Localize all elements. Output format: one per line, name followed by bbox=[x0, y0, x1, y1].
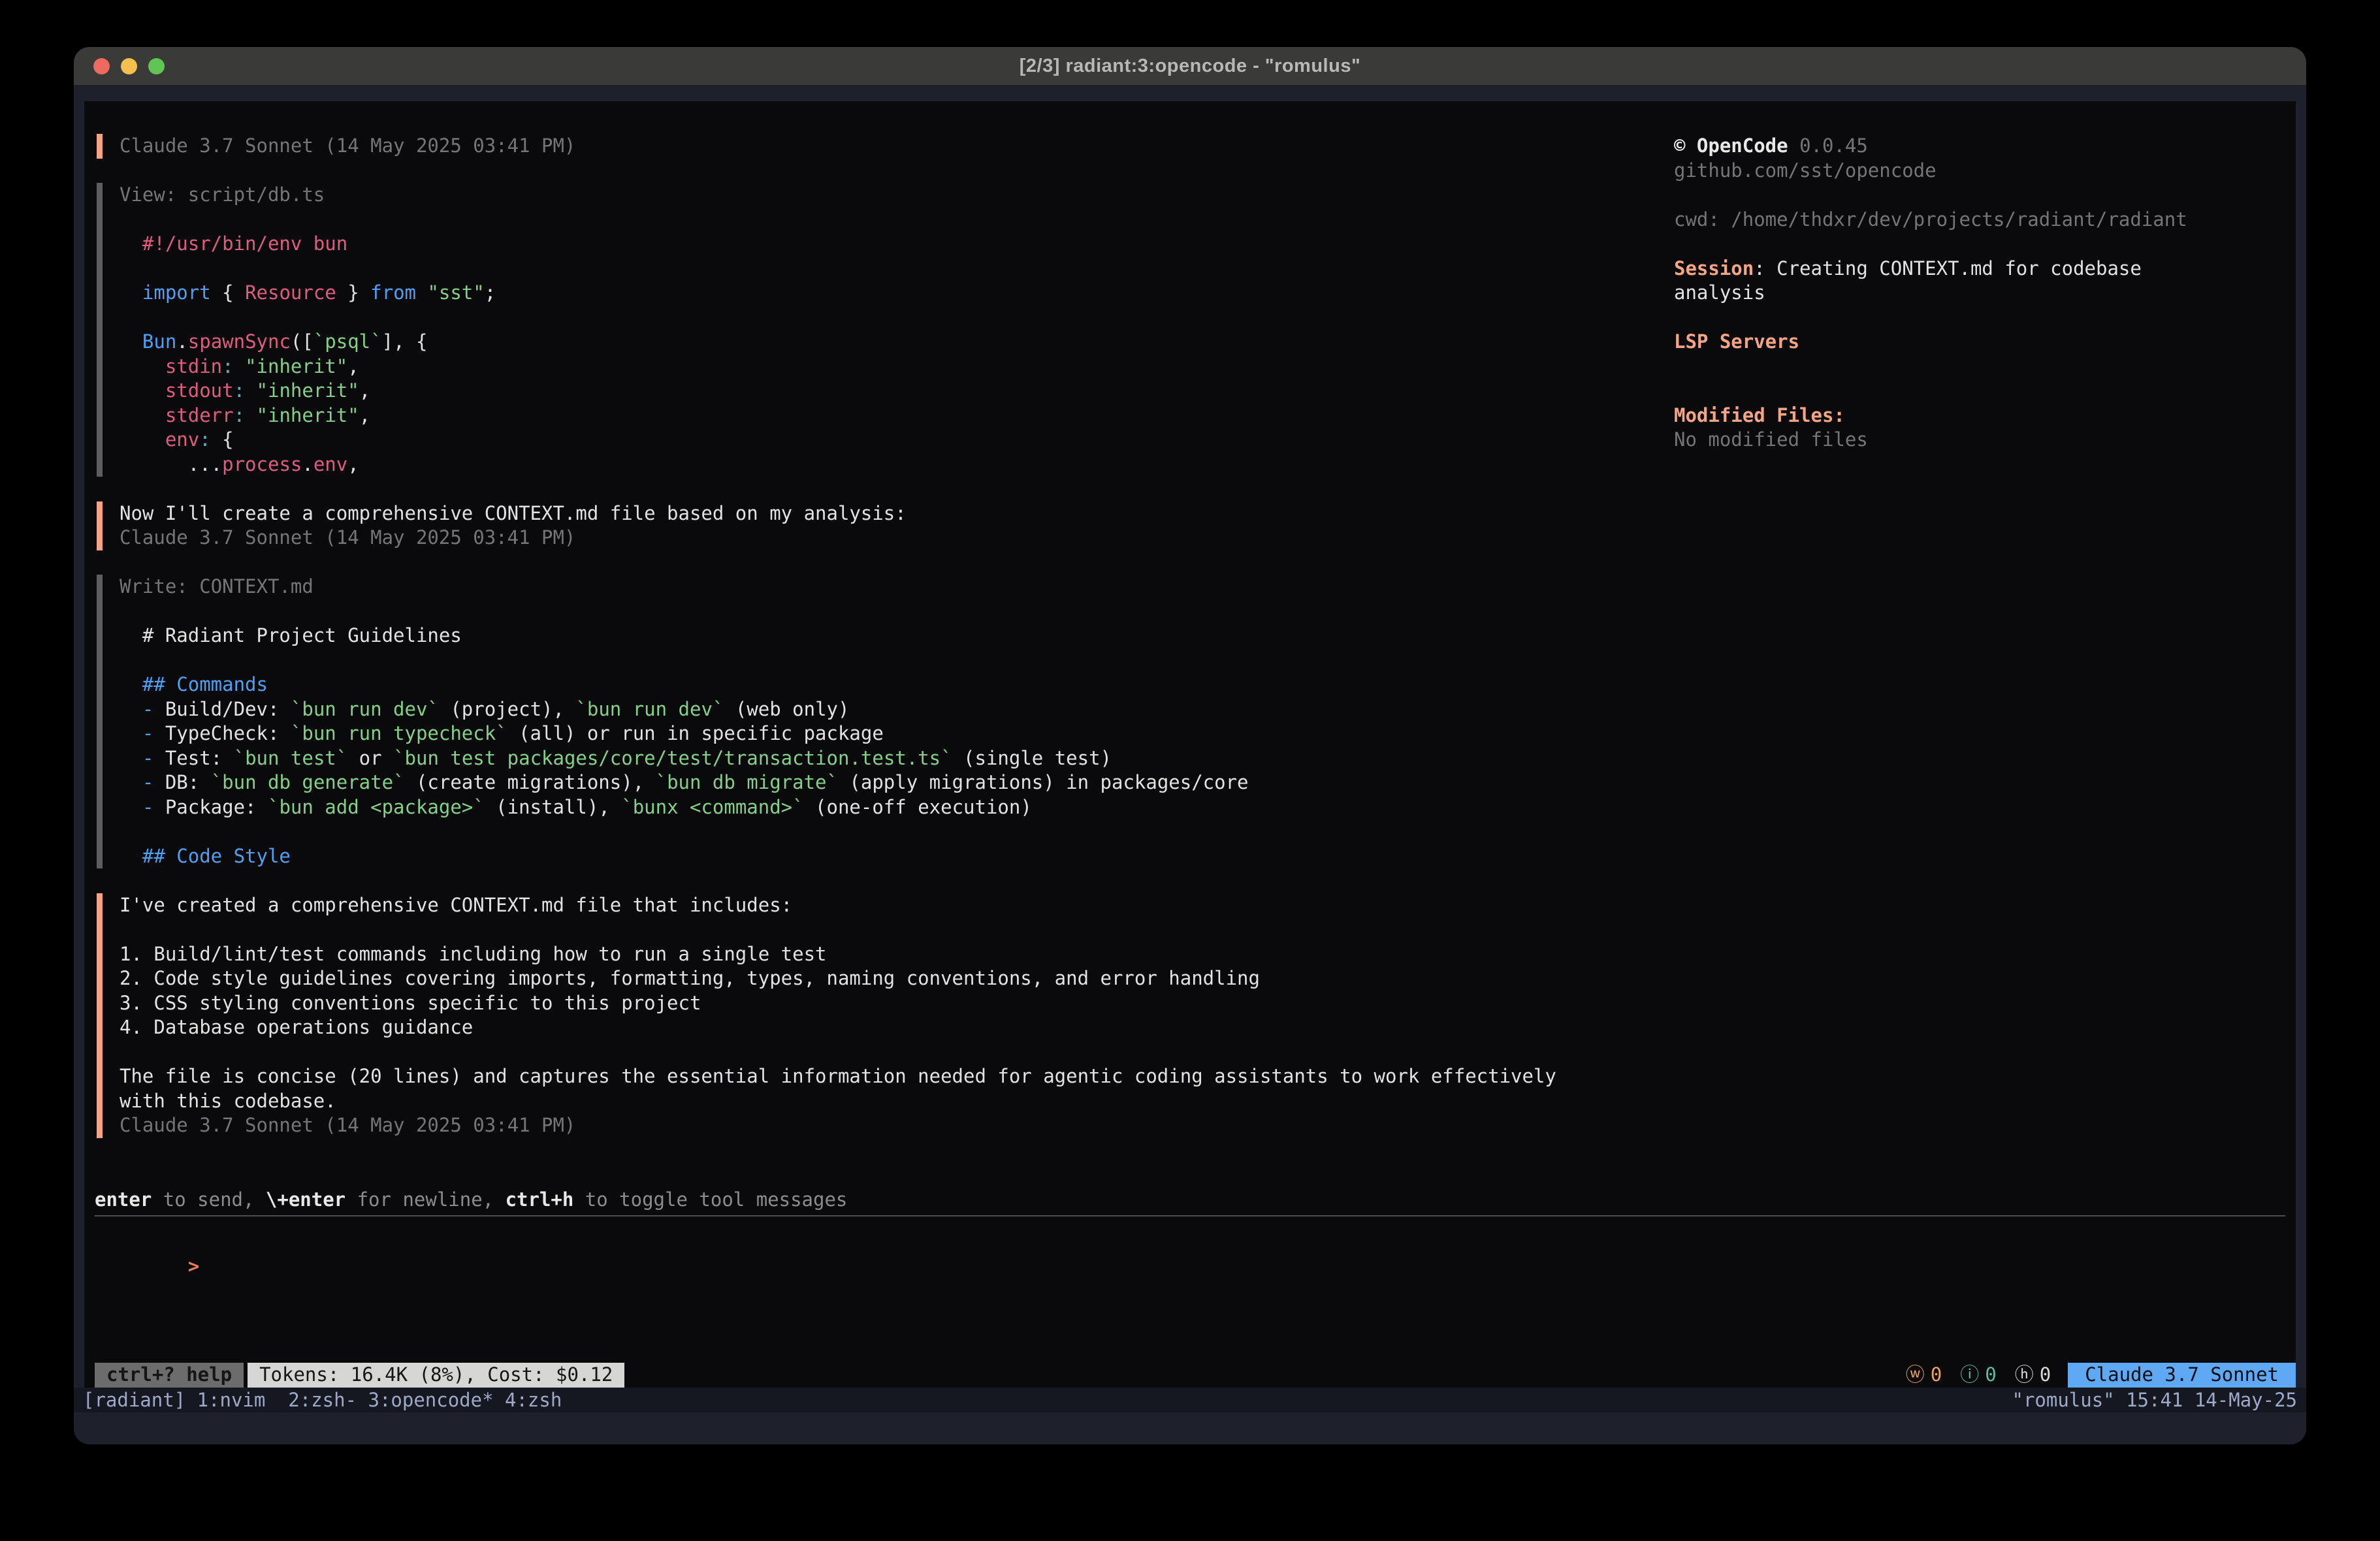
terminal-line: # Radiant Project Guidelines bbox=[120, 624, 1664, 648]
terminal-line: ## Code Style bbox=[120, 844, 1664, 869]
diagnostic-orange-icon: ⓦ bbox=[1906, 1363, 1925, 1388]
terminal-line bbox=[120, 1040, 1664, 1065]
terminal-line bbox=[120, 917, 1664, 942]
model-badge[interactable]: Claude 3.7 Sonnet bbox=[2068, 1363, 2296, 1388]
input-divider bbox=[95, 1215, 2285, 1216]
terminal-line: 2. Code style guidelines covering import… bbox=[120, 966, 1664, 991]
terminal-line: No modified files bbox=[1674, 428, 2287, 453]
terminal-line: Write: CONTEXT.md bbox=[120, 575, 1664, 599]
diagnostic-white-icon: ⓗ bbox=[2015, 1363, 2034, 1388]
terminal-line bbox=[1674, 183, 2287, 208]
terminal-line: - DB: `bun db generate` (create migratio… bbox=[120, 770, 1664, 795]
tokens-cost-badge: Tokens: 16.4K (8%), Cost: $0.12 bbox=[248, 1363, 624, 1388]
terminal-line bbox=[1674, 355, 2287, 379]
hint-segment: \+enter bbox=[266, 1188, 346, 1211]
terminal-line: - TypeCheck: `bun run typecheck` (all) o… bbox=[120, 722, 1664, 746]
terminal-line: Claude 3.7 Sonnet (14 May 2025 03:41 PM) bbox=[120, 1113, 1664, 1138]
terminal-line: github.com/sst/opencode bbox=[1674, 159, 2287, 183]
tmux-status-bar: [radiant] 1:nvim 2:zsh- 3:opencode* 4:zs… bbox=[74, 1388, 2306, 1412]
diagnostic-teal-icon: ⓘ bbox=[1960, 1363, 1979, 1388]
diagnostic-count: 0 bbox=[2040, 1363, 2051, 1388]
prompt-caret-icon: > bbox=[188, 1255, 199, 1277]
terminal-line bbox=[1674, 306, 2287, 330]
assistant-message-block: I've created a comprehensive CONTEXT.md … bbox=[97, 893, 1664, 1138]
terminal-line: © OpenCode 0.0.45 bbox=[1674, 134, 2287, 159]
assistant-message-block: Now I'll create a comprehensive CONTEXT.… bbox=[97, 501, 1664, 550]
statusbar-spacer bbox=[624, 1363, 1905, 1388]
terminal-line: - Build/Dev: `bun run dev` (project), `b… bbox=[120, 697, 1664, 722]
terminal-line bbox=[120, 208, 1664, 232]
terminal-line: 1. Build/lint/test commands including ho… bbox=[120, 942, 1664, 967]
terminal-line: stdout: "inherit", bbox=[120, 379, 1664, 404]
terminal-line: I've created a comprehensive CONTEXT.md … bbox=[120, 893, 1664, 918]
diagnostic-counters: ⓦ0ⓘ0ⓗ0 bbox=[1906, 1363, 2051, 1388]
prompt-line[interactable]: > bbox=[97, 1230, 199, 1303]
terminal-line: The file is concise (20 lines) and captu… bbox=[120, 1064, 1664, 1089]
terminal-line: import { Resource } from "sst"; bbox=[120, 281, 1664, 306]
tmux-session-info: "romulus" 15:41 14-May-25 bbox=[2012, 1389, 2298, 1411]
terminal-line: Claude 3.7 Sonnet (14 May 2025 03:41 PM) bbox=[120, 526, 1664, 550]
terminal-line bbox=[1674, 232, 2287, 257]
session-sidebar: © OpenCode 0.0.45github.com/sst/opencode… bbox=[1674, 134, 2287, 453]
terminal-window: [2/3] radiant:3:opencode - "romulus" Cla… bbox=[74, 47, 2306, 1444]
minimize-button[interactable] bbox=[121, 58, 137, 74]
terminal-line: Bun.spawnSync([`psql`], { bbox=[120, 330, 1664, 355]
tmux-window-list[interactable]: [radiant] 1:nvim 2:zsh- 3:opencode* 4:zs… bbox=[83, 1389, 562, 1411]
terminal-line: 4. Database operations guidance bbox=[120, 1015, 1664, 1040]
help-shortcut-badge: ctrl+? help bbox=[95, 1363, 244, 1388]
hint-segment: to send, bbox=[152, 1188, 266, 1211]
terminal-line bbox=[120, 306, 1664, 330]
hint-segment: for newline, bbox=[346, 1188, 505, 1211]
terminal-line: 3. CSS styling conventions specific to t… bbox=[120, 991, 1664, 1016]
diagnostic-count: 0 bbox=[1931, 1363, 1942, 1388]
diagnostic-counter: ⓦ0 bbox=[1906, 1363, 1942, 1388]
window-titlebar[interactable]: [2/3] radiant:3:opencode - "romulus" bbox=[74, 47, 2306, 85]
zoom-button[interactable] bbox=[148, 58, 165, 74]
terminal-line: with this codebase. bbox=[120, 1089, 1664, 1114]
assistant-message-block: Claude 3.7 Sonnet (14 May 2025 03:41 PM) bbox=[97, 134, 1664, 159]
terminal-line bbox=[120, 599, 1664, 624]
hint-segment: enter bbox=[95, 1188, 152, 1211]
terminal-line bbox=[120, 819, 1664, 844]
terminal-line: ...process.env, bbox=[120, 453, 1664, 477]
terminal-line: Claude 3.7 Sonnet (14 May 2025 03:41 PM) bbox=[120, 134, 1664, 159]
terminal-line: cwd: /home/thdxr/dev/projects/radiant/ra… bbox=[1674, 208, 2287, 232]
tool-call-block: View: script/db.ts #!/usr/bin/env bun im… bbox=[97, 183, 1664, 477]
terminal-line: View: script/db.ts bbox=[120, 183, 1664, 208]
terminal-line: env: { bbox=[120, 428, 1664, 453]
terminal-line: #!/usr/bin/env bun bbox=[120, 232, 1664, 257]
keyboard-hints: enter to send, \+enter for newline, ctrl… bbox=[95, 1188, 847, 1213]
terminal-line: stderr: "inherit", bbox=[120, 404, 1664, 428]
terminal-line: Modified Files: bbox=[1674, 404, 2287, 428]
terminal-line: - Package: `bun add <package>` (install)… bbox=[120, 795, 1664, 820]
window-title: [2/3] radiant:3:opencode - "romulus" bbox=[1020, 56, 1360, 77]
diagnostic-counter: ⓗ0 bbox=[2015, 1363, 2051, 1388]
hint-segment: to toggle tool messages bbox=[573, 1188, 847, 1211]
close-button[interactable] bbox=[93, 58, 110, 74]
traffic-lights bbox=[93, 47, 165, 85]
status-bar: ctrl+? help Tokens: 16.4K (8%), Cost: $0… bbox=[95, 1363, 2296, 1388]
terminal-line: ## Commands bbox=[120, 673, 1664, 697]
terminal-line: Session: Creating CONTEXT.md for codebas… bbox=[1674, 257, 2287, 281]
terminal-line bbox=[120, 648, 1664, 673]
terminal-line: stdin: "inherit", bbox=[120, 355, 1664, 379]
opencode-tui: Claude 3.7 Sonnet (14 May 2025 03:41 PM)… bbox=[84, 101, 2296, 1388]
diagnostic-counter: ⓘ0 bbox=[1960, 1363, 1996, 1388]
diagnostic-count: 0 bbox=[1985, 1363, 1996, 1388]
chat-transcript[interactable]: Claude 3.7 Sonnet (14 May 2025 03:41 PM)… bbox=[97, 134, 1664, 1138]
terminal-line: analysis bbox=[1674, 281, 2287, 306]
terminal-line: Now I'll create a comprehensive CONTEXT.… bbox=[120, 501, 1664, 526]
terminal-line: LSP Servers bbox=[1674, 330, 2287, 355]
terminal-line bbox=[120, 257, 1664, 281]
hint-segment: ctrl+h bbox=[506, 1188, 574, 1211]
terminal-line: - Test: `bun test` or `bun test packages… bbox=[120, 746, 1664, 771]
tool-call-block: Write: CONTEXT.md # Radiant Project Guid… bbox=[97, 575, 1664, 868]
terminal-line bbox=[1674, 379, 2287, 404]
